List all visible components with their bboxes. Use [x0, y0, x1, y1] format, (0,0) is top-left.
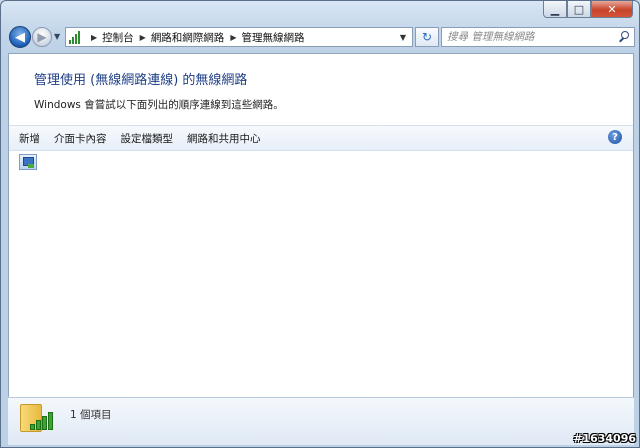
chevron-right-icon[interactable]: ▶ — [91, 33, 97, 42]
adapter-properties-button[interactable]: 介面卡內容 — [54, 131, 107, 146]
refresh-icon: ↻ — [421, 30, 433, 44]
page-description: Windows 會嘗試以下面列出的順序連線到這些網路。 — [34, 99, 284, 111]
wireless-network-icon — [69, 30, 85, 44]
network-sharing-center-button[interactable]: 網路和共用中心 — [187, 131, 261, 146]
close-button[interactable]: ✕ — [591, 1, 633, 18]
chevron-right-icon[interactable]: ▶ — [140, 33, 146, 42]
refresh-button[interactable]: ↻ — [415, 27, 439, 47]
breadcrumb-control-panel[interactable]: 控制台 — [102, 30, 134, 45]
item-count: 1 個項目 — [70, 409, 112, 421]
back-button[interactable]: ◀ — [9, 26, 31, 48]
caption-buttons: ▁ □ ✕ — [543, 1, 633, 18]
breadcrumb-network-internet[interactable]: 網路和網際網路 — [151, 30, 225, 45]
network-list — [9, 151, 633, 401]
search-box[interactable] — [441, 27, 635, 47]
search-icon[interactable] — [618, 31, 630, 43]
main-content: 管理使用 (無線網路連線) 的無線網路 Windows 會嘗試以下面列出的順序連… — [8, 53, 634, 445]
details-pane: 1 個項目 — [8, 397, 634, 445]
add-button[interactable]: 新增 — [19, 131, 40, 146]
signal-strength-icon — [30, 412, 53, 430]
watermark-text: #1634096 — [573, 432, 636, 445]
minimize-button[interactable]: ▁ — [543, 1, 567, 18]
maximize-button[interactable]: □ — [567, 1, 591, 18]
address-bar[interactable]: ▶ 控制台 ▶ 網路和網際網路 ▶ 管理無線網路 ▼ — [65, 27, 413, 47]
address-dropdown-icon[interactable]: ▼ — [400, 33, 406, 42]
explorer-window: ▁ □ ✕ ◀ ▶ ▼ ▶ 控制台 ▶ 網路和網際網路 ▶ 管理無線網路 ▼ ↻ — [0, 0, 640, 448]
navigation-bar: ◀ ▶ ▼ ▶ 控制台 ▶ 網路和網際網路 ▶ 管理無線網路 ▼ ↻ — [7, 26, 635, 50]
page-title: 管理使用 (無線網路連線) 的無線網路 — [34, 73, 248, 88]
recent-pages-dropdown-icon[interactable]: ▼ — [54, 32, 60, 41]
page-header: 管理使用 (無線網路連線) 的無線網路 Windows 會嘗試以下面列出的順序連… — [9, 54, 633, 125]
wireless-profile-icon[interactable] — [19, 154, 37, 170]
search-input[interactable] — [447, 31, 615, 43]
profile-types-button[interactable]: 設定檔類型 — [121, 131, 174, 146]
forward-button[interactable]: ▶ — [32, 27, 52, 47]
command-bar: 新增 介面卡內容 設定檔類型 網路和共用中心 ? — [9, 125, 633, 151]
chevron-right-icon[interactable]: ▶ — [230, 33, 236, 42]
help-icon[interactable]: ? — [608, 130, 622, 144]
breadcrumb-manage-wireless[interactable]: 管理無線網路 — [241, 30, 304, 45]
